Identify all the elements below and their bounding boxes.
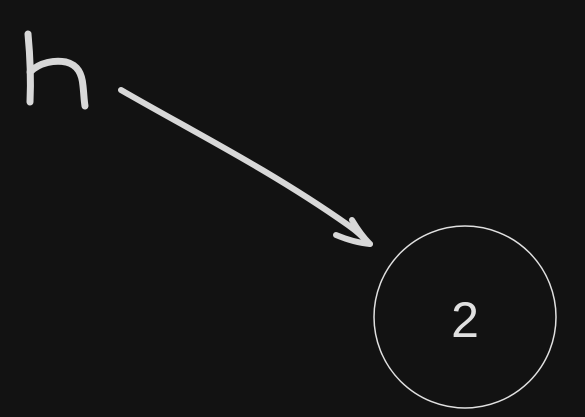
diagram-svg: 2 — [24, 30, 557, 409]
pointer-arrow — [118, 87, 373, 247]
node-value: 2 — [451, 292, 479, 348]
pointer-label-h — [24, 30, 89, 110]
diagram-canvas: 2 h — [0, 0, 585, 417]
arrow-shaft — [118, 87, 371, 246]
